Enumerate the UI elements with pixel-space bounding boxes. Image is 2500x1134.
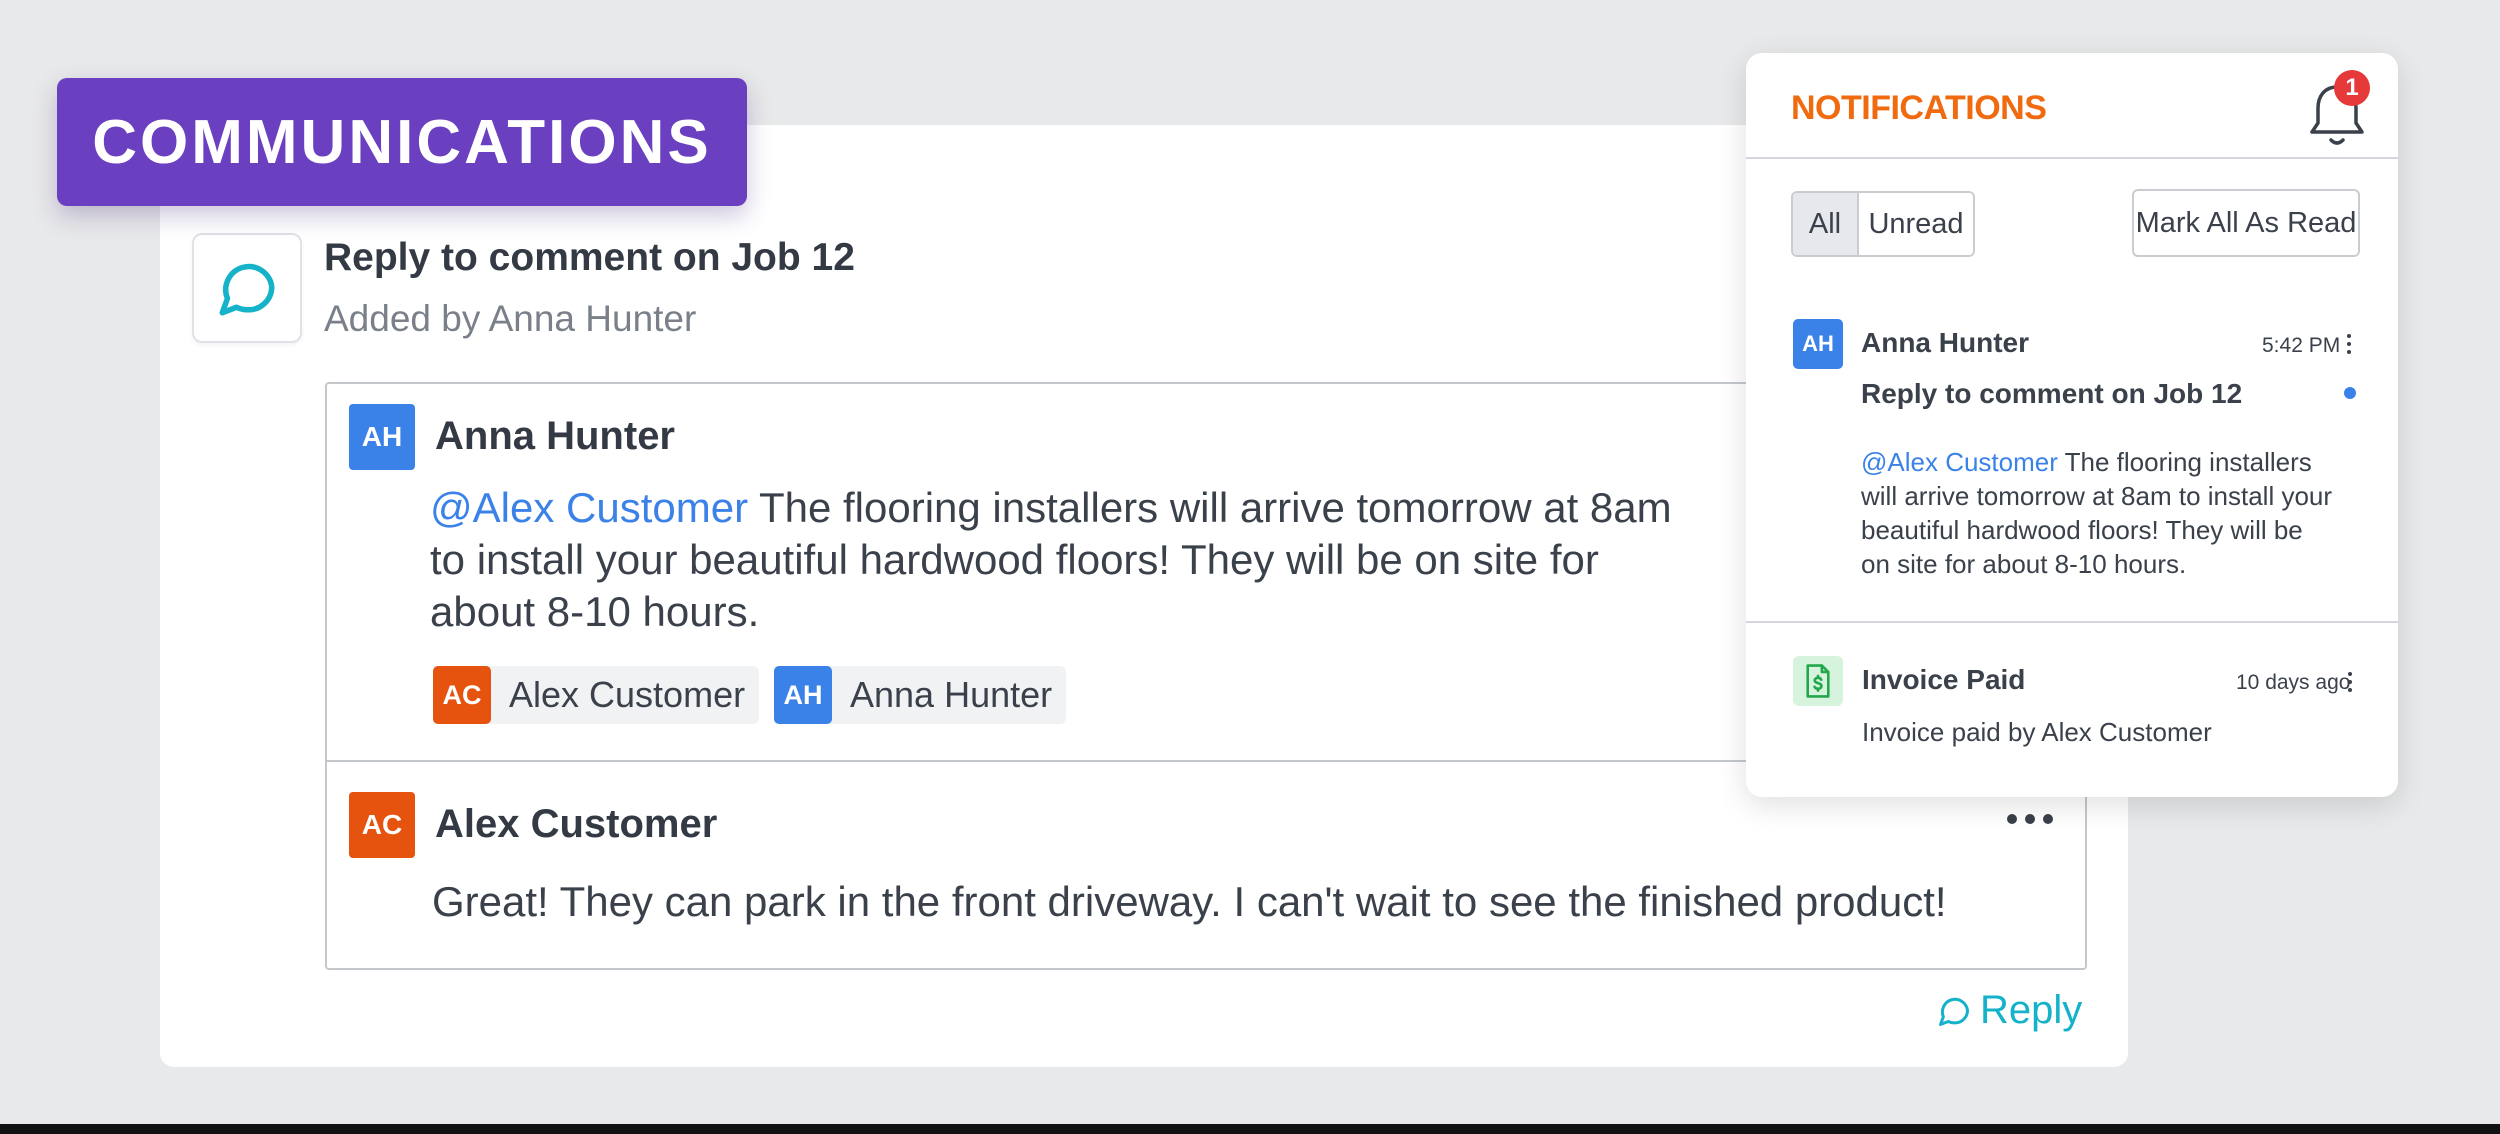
comment-author: Alex Customer <box>435 802 718 846</box>
mention-link[interactable]: @Alex Customer <box>430 484 748 531</box>
activity-title: Reply to comment on Job 12 <box>324 236 855 279</box>
mark-all-read-button[interactable]: Mark All As Read <box>2132 189 2360 257</box>
notification-body: Invoice paid by Alex Customer <box>1862 717 2212 747</box>
comment-icon <box>192 233 302 343</box>
mention-link[interactable]: @Alex Customer <box>1861 447 2058 477</box>
bottom-bar <box>0 1124 2500 1134</box>
comment-body: Great! They can park in the front drivew… <box>432 878 1947 925</box>
reply-button[interactable]: Reply <box>1936 988 2082 1033</box>
comment-body: @Alex Customer The flooring installers w… <box>430 482 1730 638</box>
divider <box>1746 157 2398 159</box>
notification-author: Anna Hunter <box>1861 327 2029 358</box>
kebab-menu-icon[interactable] <box>2347 334 2351 354</box>
filter-all-button[interactable]: All <box>1793 193 1859 255</box>
notifications-panel: NOTIFICATIONS 1 All Unread Mark All As R… <box>1746 53 2398 797</box>
notification-time: 10 days ago <box>2236 671 2351 694</box>
notification-title: Invoice Paid <box>1862 664 2026 695</box>
unread-dot <box>2344 387 2356 399</box>
tagged-user-chip[interactable]: AH Anna Hunter <box>774 666 1067 724</box>
notification-count-badge: 1 <box>2334 70 2370 106</box>
more-options-button[interactable] <box>2007 814 2053 824</box>
filter-toggle: All Unread <box>1791 191 1975 257</box>
notification-time: 5:42 PM <box>2262 334 2341 357</box>
comment-author: Anna Hunter <box>435 414 675 458</box>
comment-text: to install your beautiful hardwood floor… <box>430 536 1599 583</box>
chip-label: Alex Customer <box>509 674 746 715</box>
avatar: AH <box>774 666 832 724</box>
notification-subject: Reply to comment on Job 12 <box>1861 378 2243 409</box>
avatar: AH <box>349 404 415 470</box>
chip-label: Anna Hunter <box>850 674 1053 715</box>
communications-banner: COMMUNICATIONS <box>57 78 747 206</box>
tagged-user-chip[interactable]: AC Alex Customer <box>433 666 760 724</box>
activity-subtitle: Added by Anna Hunter <box>324 298 697 339</box>
reply-label: Reply <box>1980 988 2083 1032</box>
divider <box>1746 621 2398 623</box>
filter-unread-button[interactable]: Unread <box>1859 193 1973 255</box>
avatar: AC <box>433 666 491 724</box>
comment-text: about 8-10 hours. <box>430 588 760 635</box>
comment-icon <box>1939 997 1970 1026</box>
kebab-menu-icon[interactable] <box>2348 672 2352 692</box>
comment-text: The flooring installers will arrive tomo… <box>748 484 1672 531</box>
notifications-title: NOTIFICATIONS <box>1791 89 2047 127</box>
avatar: AH <box>1793 319 1843 369</box>
notification-body: @Alex Customer The flooring installers w… <box>1861 447 2333 579</box>
invoice-dollar-icon <box>1793 656 1843 706</box>
avatar: AC <box>349 792 415 858</box>
